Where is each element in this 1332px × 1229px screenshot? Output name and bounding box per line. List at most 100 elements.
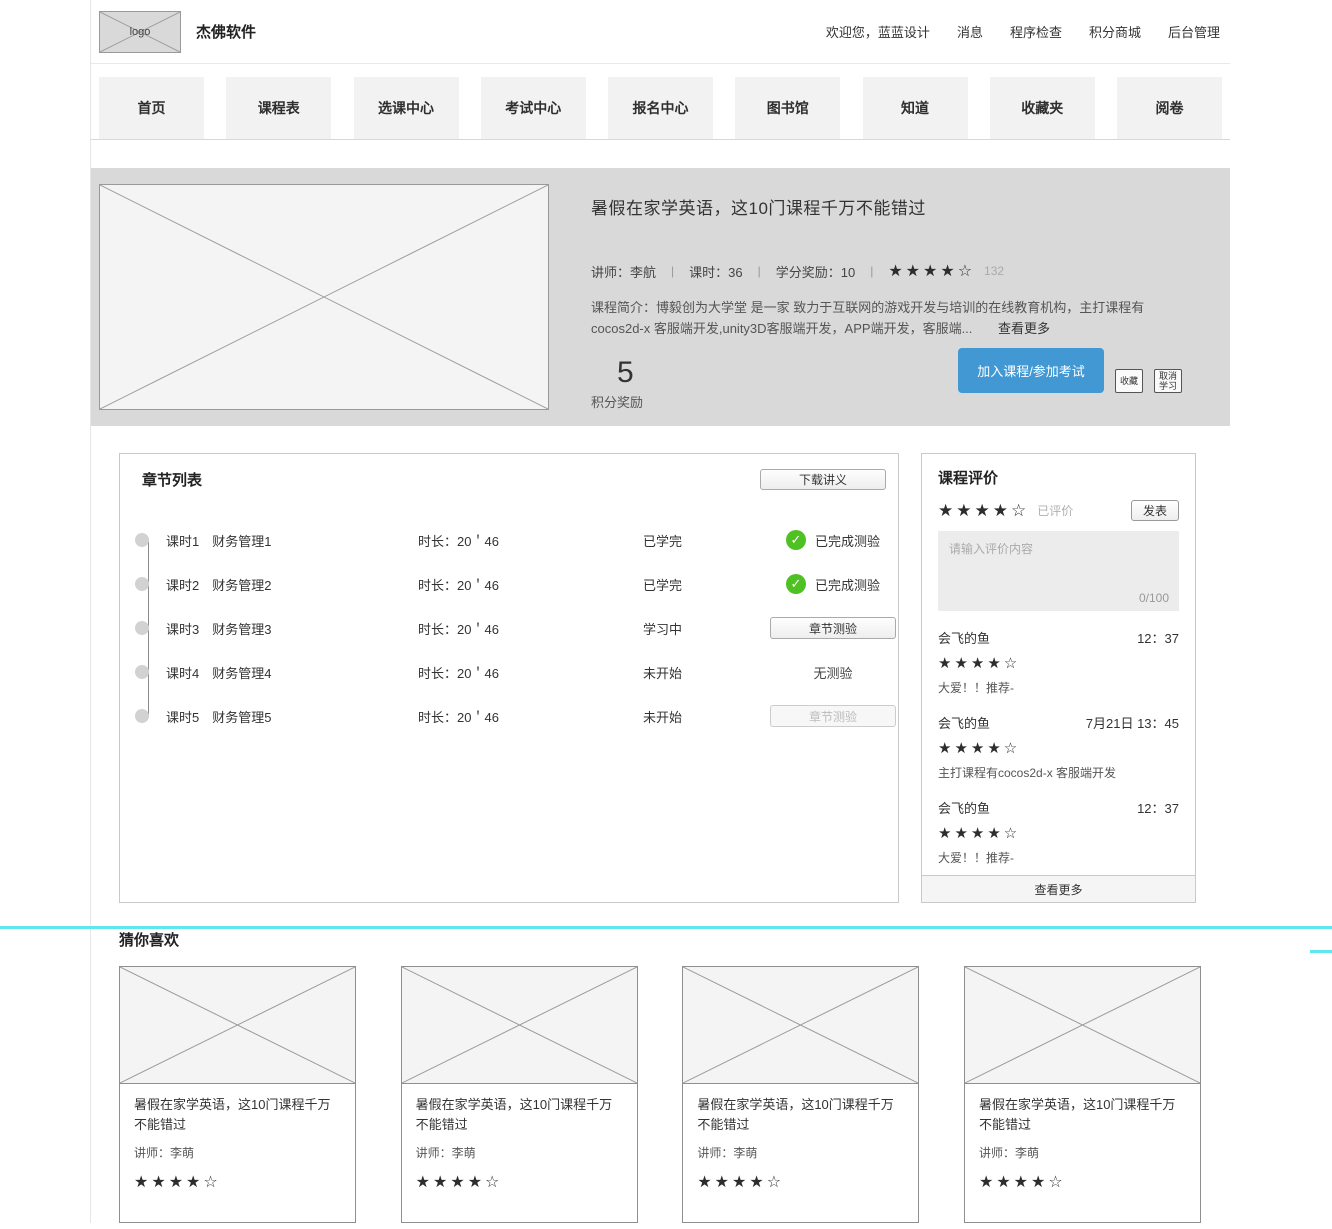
chapter-row: 课时4 财务管理4 时长：20＇46 未开始 无测验	[120, 650, 898, 694]
char-counter: 0/100	[1139, 591, 1169, 605]
cyan-guide-line	[0, 926, 1332, 929]
program-check-link[interactable]: 程序检查	[1010, 22, 1062, 41]
join-course-button[interactable]: 加入课程/参加考试	[958, 348, 1104, 393]
site-name: 杰佛软件	[196, 21, 256, 42]
card-body: 暑假在家学英语，这10门课程千万不能错过 讲师：李萌 ★★★★☆	[120, 1084, 355, 1203]
points-mall-link[interactable]: 积分商城	[1089, 22, 1141, 41]
review-time: 7月21日 13：45	[1086, 713, 1179, 732]
review-stars: ★★★★☆	[938, 654, 1179, 672]
nav-tab-course-center[interactable]: 选课中心	[354, 77, 459, 139]
messages-link[interactable]: 消息	[957, 22, 983, 41]
course-card[interactable]: 暑假在家学英语，这10门课程千万不能错过 讲师：李萌 ★★★★☆	[964, 966, 1201, 1223]
chapter-panel-header: 章节列表 下载讲义	[120, 454, 898, 490]
timeline-dot-icon	[135, 577, 149, 591]
view-more-link[interactable]: 查看更多	[998, 321, 1050, 336]
nav-tab-register-center[interactable]: 报名中心	[608, 77, 713, 139]
placeholder-cross-icon	[402, 967, 637, 1083]
course-description-text: 课程简介：博毅创为大学堂 是一家 致力于互联网的游戏开发与培训的在线教育机构，主…	[591, 300, 1144, 336]
timeline-dot-icon	[135, 665, 149, 679]
course-credits: 学分奖励：10	[776, 262, 855, 281]
card-title: 暑假在家学英语，这10门课程千万不能错过	[697, 1095, 904, 1135]
review-stars: ★★★★☆	[938, 739, 1179, 757]
card-instructor: 讲师：李萌	[697, 1144, 904, 1161]
review-placeholder: 请输入评价内容	[949, 542, 1033, 556]
topbar-links: 欢迎您，蓝蓝设计 消息 程序检查 积分商城 后台管理	[826, 22, 1220, 41]
timeline-dot-icon	[135, 709, 149, 723]
chapter-duration: 时长：20＇46	[418, 575, 643, 594]
card-instructor: 讲师：李萌	[134, 1144, 341, 1161]
course-card[interactable]: 暑假在家学英语，这10门课程千万不能错过 讲师：李萌 ★★★★☆	[401, 966, 638, 1223]
check-circle-icon: ✓	[786, 574, 806, 594]
placeholder-cross-icon	[120, 967, 355, 1083]
card-image-placeholder	[965, 967, 1200, 1084]
course-review-panel: 课程评价 ★★★★☆ 已评价 发表 请输入评价内容 0/100 会飞的鱼 12：…	[921, 453, 1196, 903]
review-textarea[interactable]: 请输入评价内容 0/100	[938, 531, 1179, 611]
nav-tab-schedule[interactable]: 课程表	[226, 77, 331, 139]
nav-tab-library[interactable]: 图书馆	[735, 77, 840, 139]
card-title: 暑假在家学英语，这10门课程千万不能错过	[134, 1095, 341, 1135]
review-stars: ★★★★☆	[938, 824, 1179, 842]
hero-bottom-row: 5 积分奖励 加入课程/参加考试 收藏 取消 学习	[591, 348, 1208, 411]
course-hero: 暑假在家学英语，这10门课程千万不能错过 讲师：李航 | 课时：36 | 学分奖…	[91, 168, 1230, 426]
course-hours: 课时：36	[689, 262, 742, 281]
favorite-button[interactable]: 收藏	[1115, 369, 1143, 393]
card-rating-stars: ★★★★☆	[416, 1172, 623, 1192]
nav-tab-exam-center[interactable]: 考试中心	[481, 77, 586, 139]
suggestions-section: 猜你喜欢 暑假在家学英语，这10门课程千万不能错过 讲师：李萌 ★★★★☆	[91, 929, 1230, 1223]
rated-label: 已评价	[1037, 502, 1073, 519]
nav-tab-favorites[interactable]: 收藏夹	[990, 77, 1095, 139]
course-card[interactable]: 暑假在家学英语，这10门课程千万不能错过 讲师：李萌 ★★★★☆	[119, 966, 356, 1223]
view-more-reviews-button[interactable]: 查看更多	[922, 875, 1195, 902]
chapter-quiz-button-disabled: 章节测验	[770, 705, 896, 727]
card-title: 暑假在家学英语，这10门课程千万不能错过	[979, 1095, 1186, 1135]
card-image-placeholder	[402, 967, 637, 1084]
welcome-user-link[interactable]: 欢迎您，蓝蓝设计	[826, 22, 930, 41]
admin-link[interactable]: 后台管理	[1168, 22, 1220, 41]
chapter-action: 无测验	[768, 663, 898, 682]
quiz-done-label: 已完成测验	[815, 531, 880, 550]
nav-tab-home[interactable]: 首页	[99, 77, 204, 139]
review-item: 会飞的鱼 12：37 ★★★★☆ 大爱！！推荐-	[938, 798, 1179, 866]
course-instructor: 讲师：李航	[591, 262, 656, 281]
main-nav: 首页 课程表 选课中心 考试中心 报名中心 图书馆 知道 收藏夹 阅卷	[91, 64, 1230, 140]
chapter-status: 已学完	[643, 575, 768, 594]
download-handout-button[interactable]: 下载讲义	[760, 469, 886, 490]
chapter-list-panel: 章节列表 下载讲义 课时1 财务管理1 时长：20＇46 已学完 ✓ 已完成测验	[119, 453, 899, 903]
top-bar: logo 杰佛软件 欢迎您，蓝蓝设计 消息 程序检查 积分商城 后台管理	[91, 0, 1230, 64]
card-rating-stars: ★★★★☆	[697, 1172, 904, 1192]
review-body: 课程评价 ★★★★☆ 已评价 发表 请输入评价内容 0/100 会飞的鱼 12：…	[922, 454, 1195, 866]
review-panel-title: 课程评价	[938, 467, 1179, 488]
reviewer-name: 会飞的鱼	[938, 798, 990, 817]
meta-separator: |	[758, 264, 761, 278]
placeholder-cross-icon	[965, 967, 1200, 1083]
card-rating-stars: ★★★★☆	[134, 1172, 341, 1192]
nav-tab-know[interactable]: 知道	[863, 77, 968, 139]
my-rating-stars[interactable]: ★★★★☆	[938, 501, 1029, 521]
review-text: 大爱！！推荐-	[938, 849, 1179, 866]
chapter-status: 学习中	[643, 619, 768, 638]
reviewer-name: 会飞的鱼	[938, 628, 990, 647]
publish-review-button[interactable]: 发表	[1131, 500, 1179, 521]
review-time: 12：37	[1137, 798, 1179, 817]
course-title: 暑假在家学英语，这10门课程千万不能错过	[591, 194, 1208, 219]
course-info: 暑假在家学英语，这10门课程千万不能错过 讲师：李航 | 课时：36 | 学分奖…	[591, 184, 1208, 426]
chapter-action: ✓ 已完成测验	[768, 530, 898, 550]
chapter-quiz-button[interactable]: 章节测验	[770, 617, 896, 639]
chapter-duration: 时长：20＇46	[418, 531, 643, 550]
chapter-status: 未开始	[643, 663, 768, 682]
chapter-action: 章节测验	[768, 617, 898, 639]
page-container: logo 杰佛软件 欢迎您，蓝蓝设计 消息 程序检查 积分商城 后台管理 首页 …	[90, 0, 1230, 1223]
course-image-placeholder	[99, 184, 549, 410]
my-rating-row: ★★★★☆ 已评价 发表	[938, 500, 1179, 521]
cancel-learning-button[interactable]: 取消 学习	[1154, 369, 1182, 393]
points-block: 5 积分奖励	[591, 356, 643, 411]
card-body: 暑假在家学英语，这10门课程千万不能错过 讲师：李萌 ★★★★☆	[683, 1084, 918, 1203]
course-card[interactable]: 暑假在家学英语，这10门课程千万不能错过 讲师：李萌 ★★★★☆	[682, 966, 919, 1223]
course-description: 课程简介：博毅创为大学堂 是一家 致力于互联网的游戏开发与培训的在线教育机构，主…	[591, 297, 1208, 340]
placeholder-cross-icon	[683, 967, 918, 1083]
nav-tab-grading[interactable]: 阅卷	[1117, 77, 1222, 139]
chapter-row: 课时2 财务管理2 时长：20＇46 已学完 ✓ 已完成测验	[120, 562, 898, 606]
placeholder-cross-icon	[100, 185, 548, 409]
meta-separator: |	[671, 264, 674, 278]
suggestions-title: 猜你喜欢	[119, 929, 1230, 950]
